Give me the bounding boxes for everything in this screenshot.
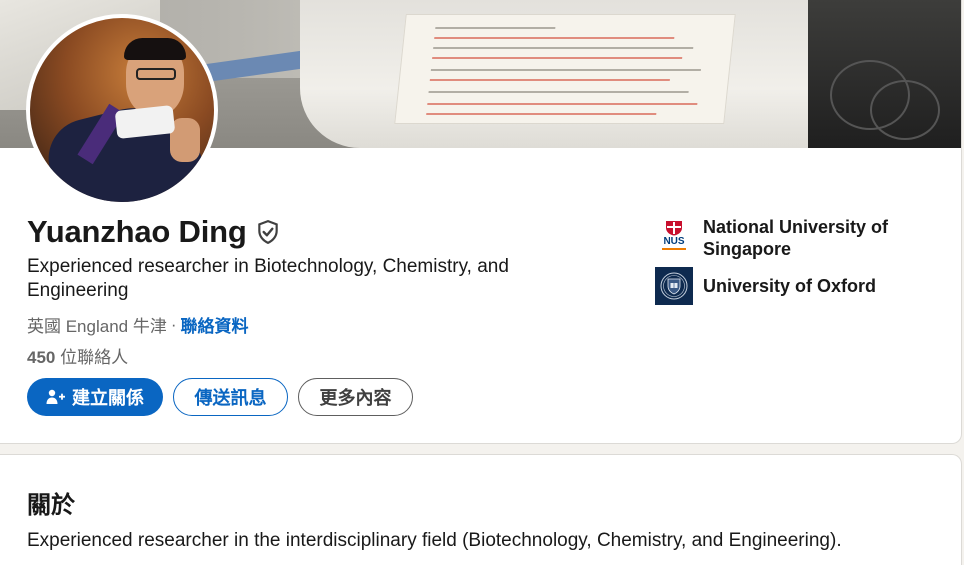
message-label: 傳送訊息 bbox=[194, 388, 267, 409]
add-person-icon bbox=[46, 389, 66, 405]
more-button[interactable]: 更多內容 bbox=[298, 378, 413, 416]
education-item-nus[interactable]: NUS National University of Singapore bbox=[655, 216, 923, 260]
profile-headline: Experienced researcher in Biotechnology,… bbox=[27, 256, 509, 301]
connections-label: 位聯絡人 bbox=[60, 348, 129, 367]
connect-button[interactable]: 建立關係 bbox=[27, 378, 163, 416]
location-text: 英國 England 牛津 bbox=[27, 317, 167, 336]
nus-logo-text: NUS bbox=[663, 236, 685, 247]
connections-count[interactable]: 450 位聯絡人 bbox=[27, 343, 128, 368]
location-separator: · bbox=[170, 314, 177, 334]
about-card: 關於 Experienced researcher in the interdi… bbox=[0, 454, 962, 565]
location-row: 英國 England 牛津 · 聯絡資料 bbox=[27, 312, 249, 337]
education-item-oxford[interactable]: University of Oxford bbox=[655, 267, 923, 305]
contact-info-link[interactable]: 聯絡資料 bbox=[181, 312, 249, 337]
profile-card: Yuanzhao Ding Experienced researcher in … bbox=[0, 0, 962, 444]
education-name-oxford: University of Oxford bbox=[703, 276, 877, 296]
education-name-nus: National University of Singapore bbox=[703, 217, 889, 259]
about-text: Experienced researcher in the interdisci… bbox=[27, 530, 842, 551]
profile-photo[interactable] bbox=[26, 14, 218, 206]
more-label: 更多內容 bbox=[319, 388, 392, 409]
connect-label: 建立關係 bbox=[72, 388, 144, 409]
nus-logo-icon: NUS bbox=[655, 216, 693, 254]
name-row: Yuanzhao Ding bbox=[27, 214, 281, 250]
message-button[interactable]: 傳送訊息 bbox=[173, 378, 288, 416]
about-title: 關於 bbox=[27, 491, 75, 519]
connections-number: 450 bbox=[27, 348, 56, 367]
profile-name: Yuanzhao Ding bbox=[27, 214, 247, 249]
verified-shield-icon[interactable] bbox=[255, 219, 281, 245]
oxford-crest-icon bbox=[655, 267, 693, 305]
